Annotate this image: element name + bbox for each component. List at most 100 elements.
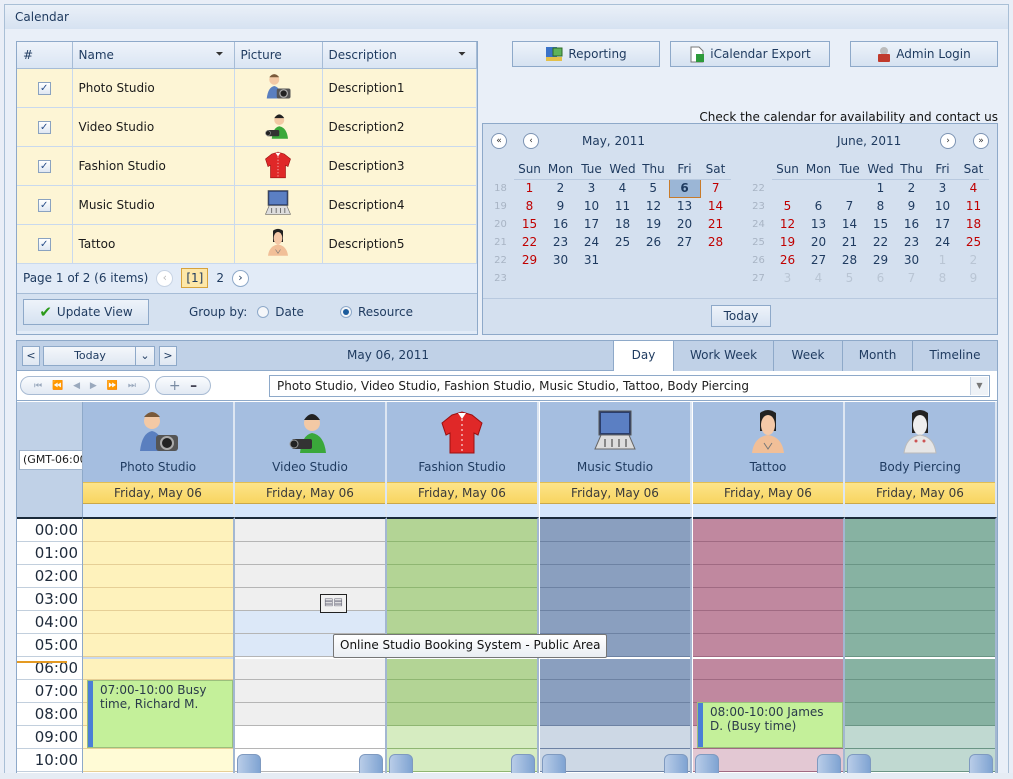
calendar-day[interactable]: 7 xyxy=(896,269,927,287)
calendar-day[interactable]: 30 xyxy=(896,251,927,269)
next-year-button[interactable]: » xyxy=(973,133,989,149)
time-slot[interactable] xyxy=(387,726,537,749)
calendar-day[interactable]: 3 xyxy=(927,179,958,197)
time-slot[interactable] xyxy=(235,726,385,749)
calendar-day[interactable]: 12 xyxy=(772,215,803,233)
radio-resource[interactable] xyxy=(339,306,352,318)
time-slot[interactable] xyxy=(83,657,233,680)
calendar-day[interactable]: 16 xyxy=(545,215,576,233)
calendar-day[interactable]: 2 xyxy=(896,179,927,197)
time-slot[interactable] xyxy=(387,519,537,542)
calendar-day[interactable]: 2 xyxy=(958,251,989,269)
time-slot[interactable] xyxy=(387,565,537,588)
calendar-day[interactable]: 26 xyxy=(638,233,669,251)
time-slot[interactable] xyxy=(540,542,690,565)
calendar-day[interactable]: 15 xyxy=(865,215,896,233)
tab-week[interactable]: Week xyxy=(773,341,842,371)
time-slot[interactable] xyxy=(83,749,233,772)
prev-icon[interactable]: ◀ xyxy=(73,381,80,391)
calendar-day[interactable]: 13 xyxy=(669,197,700,215)
time-slot[interactable] xyxy=(540,519,690,542)
calendar-day[interactable]: 12 xyxy=(638,197,669,215)
time-slot[interactable] xyxy=(83,634,233,657)
time-slot[interactable] xyxy=(845,657,995,680)
calendar-day[interactable]: 5 xyxy=(772,197,803,215)
resource-day-column[interactable] xyxy=(845,517,997,778)
filter-icon[interactable]: ⏷ xyxy=(458,49,466,60)
time-slot[interactable] xyxy=(693,519,843,542)
grid-row[interactable]: ✓ Music Studio Description4 xyxy=(17,185,477,225)
icalendar-export-button[interactable]: iCalendar Export xyxy=(670,41,830,67)
all-day-slot[interactable] xyxy=(83,504,233,518)
resource-filter-combo[interactable]: Photo Studio, Video Studio, Fashion Stud… xyxy=(269,375,990,397)
calendar-day[interactable]: 10 xyxy=(927,197,958,215)
time-slot[interactable] xyxy=(83,519,233,542)
resource-navigator[interactable]: ⏮ ⏪ ◀ ▶ ⏩ ⏭ xyxy=(20,376,150,395)
radio-date[interactable] xyxy=(257,306,270,318)
time-slot[interactable] xyxy=(235,703,385,726)
calendar-day[interactable]: 16 xyxy=(896,215,927,233)
calendar-day[interactable]: 11 xyxy=(607,197,638,215)
calendar-day[interactable]: 8 xyxy=(927,269,958,287)
prev-day-button[interactable]: < xyxy=(22,346,40,366)
time-slot[interactable] xyxy=(387,680,537,703)
time-slot[interactable] xyxy=(235,657,385,680)
calendar-day[interactable]: 8 xyxy=(514,197,545,215)
calendar-day[interactable]: 28 xyxy=(700,233,731,251)
time-slot[interactable] xyxy=(540,680,690,703)
calendar-day[interactable]: 4 xyxy=(803,269,834,287)
calendar-day[interactable]: 9 xyxy=(958,269,989,287)
calendar-day[interactable]: 20 xyxy=(803,233,834,251)
calendar-day[interactable]: 27 xyxy=(669,233,700,251)
calendar-day[interactable]: 25 xyxy=(607,233,638,251)
last-icon[interactable]: ⏭ xyxy=(128,381,136,391)
calendar-day[interactable]: 2 xyxy=(545,179,576,197)
calendar-day[interactable]: 1 xyxy=(865,179,896,197)
calendar-day[interactable]: 11 xyxy=(958,197,989,215)
calendar-day[interactable]: 14 xyxy=(700,197,731,215)
all-day-slot[interactable] xyxy=(845,504,995,518)
calendar-day[interactable]: 9 xyxy=(545,197,576,215)
pager-page-2[interactable]: 2 xyxy=(216,271,224,285)
calendar-day[interactable]: 7 xyxy=(834,197,865,215)
tab-month[interactable]: Month xyxy=(842,341,912,371)
calendar-day[interactable]: 29 xyxy=(514,251,545,269)
calendar-day[interactable]: 10 xyxy=(576,197,607,215)
calendar-day[interactable]: 27 xyxy=(803,251,834,269)
calendar-day[interactable]: 24 xyxy=(576,233,607,251)
calendar-day[interactable]: 17 xyxy=(927,215,958,233)
filter-icon[interactable]: ⏷ xyxy=(216,49,224,60)
calendar-day[interactable]: 1 xyxy=(927,251,958,269)
time-slot[interactable] xyxy=(693,657,843,680)
time-slot[interactable] xyxy=(845,703,995,726)
time-slot[interactable] xyxy=(235,565,385,588)
time-slot[interactable] xyxy=(387,588,537,611)
grid-row[interactable]: ✓ Tattoo Description5 xyxy=(17,224,477,264)
timezone-select[interactable]: (GMT-06:00) xyxy=(19,450,83,470)
time-slot[interactable] xyxy=(83,611,233,634)
time-slot[interactable] xyxy=(693,611,843,634)
row-checkbox[interactable]: ✓ xyxy=(37,199,51,212)
grid-row[interactable]: ✓ Video Studio Description2 xyxy=(17,107,477,147)
calendar-day[interactable]: 24 xyxy=(927,233,958,251)
time-slot[interactable] xyxy=(845,611,995,634)
calendar-day[interactable]: 6 xyxy=(803,197,834,215)
tab-timeline[interactable]: Timeline xyxy=(912,341,997,371)
calendar-day[interactable]: 6 xyxy=(668,178,701,198)
today-nav-button[interactable]: Today xyxy=(43,346,137,366)
calendar-day[interactable]: 30 xyxy=(545,251,576,269)
all-day-slot[interactable] xyxy=(540,504,690,518)
time-slot[interactable] xyxy=(845,565,995,588)
appointment[interactable]: 07:00-10:00 Busy time, Richard M. xyxy=(87,680,233,748)
calendar-day[interactable]: 26 xyxy=(772,251,803,269)
all-day-slot[interactable] xyxy=(693,504,843,518)
calendar-day[interactable]: 20 xyxy=(669,215,700,233)
date-picker-dropdown[interactable]: ⌄ xyxy=(135,346,155,366)
tab-work-week[interactable]: Work Week xyxy=(673,341,773,371)
group-by-date-radio[interactable]: Date xyxy=(257,305,304,319)
calendar-day[interactable]: 1 xyxy=(514,179,545,197)
pager-next-button[interactable]: › xyxy=(231,269,249,287)
horizontal-scrollbar[interactable] xyxy=(0,773,1013,779)
calendar-day[interactable]: 6 xyxy=(865,269,896,287)
calendar-day[interactable]: 21 xyxy=(834,233,865,251)
